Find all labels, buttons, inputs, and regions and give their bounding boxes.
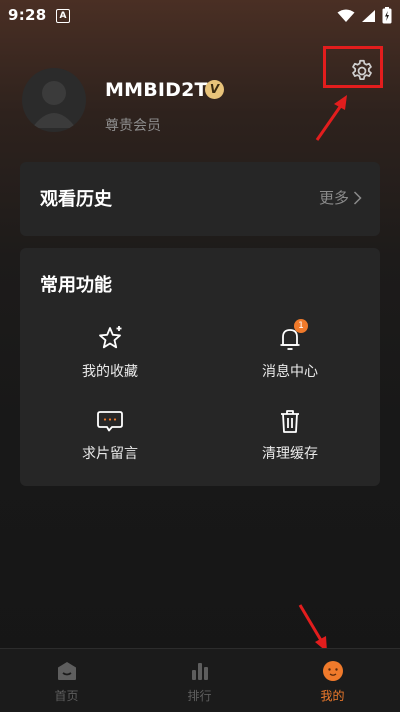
chevron-right-icon	[353, 190, 362, 205]
status-bar: 9:28 A	[0, 0, 400, 30]
more-link[interactable]: 更多	[319, 187, 362, 208]
vip-badge: V	[205, 80, 224, 99]
watch-history-title: 观看历史	[40, 189, 112, 210]
message-icon	[97, 411, 123, 432]
ranking-icon	[191, 663, 208, 680]
signal-icon	[362, 9, 375, 22]
notification-icon: A	[56, 9, 70, 23]
wifi-icon	[337, 9, 355, 22]
status-icons	[337, 7, 392, 24]
settings-highlight-annotation	[323, 46, 383, 88]
tab-home-label: 首页	[54, 689, 79, 703]
common-features-card: 常用功能 我的收藏 1 消息中心 求片留言 清理缓存	[20, 248, 380, 486]
more-label: 更多	[318, 189, 349, 207]
request-message-label: 求片留言	[82, 446, 138, 462]
favorites-button[interactable]: 我的收藏	[50, 324, 170, 381]
status-time: 9:28	[8, 6, 47, 24]
avatar-placeholder-icon	[32, 81, 76, 128]
member-level-label: 尊贵会员	[105, 118, 161, 134]
message-center-label: 消息中心	[262, 364, 318, 380]
annotation-arrow-mine-tab	[298, 604, 327, 652]
tab-mine-label: 我的	[320, 689, 345, 703]
avatar[interactable]	[22, 68, 86, 132]
clear-cache-button[interactable]: 清理缓存	[230, 406, 350, 463]
annotation-arrow-settings	[315, 95, 347, 141]
trash-icon	[281, 410, 299, 433]
tab-mine[interactable]: 我的	[266, 649, 399, 712]
mine-icon	[322, 661, 343, 681]
tab-home[interactable]: 首页	[0, 649, 133, 712]
message-center-button[interactable]: 1 消息中心	[230, 319, 350, 381]
clear-cache-label: 清理缓存	[262, 446, 318, 462]
home-icon	[57, 662, 76, 680]
battery-icon	[382, 7, 392, 24]
tab-ranking[interactable]: 排行	[133, 649, 266, 712]
request-message-button[interactable]: 求片留言	[50, 406, 170, 463]
tab-ranking-label: 排行	[187, 689, 212, 703]
watch-history-card[interactable]: 观看历史 更多	[20, 162, 380, 236]
bottom-tab-bar: 首页 排行 我的	[0, 648, 400, 712]
star-icon	[99, 326, 122, 349]
notification-count-badge: 1	[294, 319, 308, 333]
username: MMBID2T	[105, 79, 208, 101]
favorites-label: 我的收藏	[82, 364, 138, 380]
common-features-title: 常用功能	[40, 275, 112, 296]
